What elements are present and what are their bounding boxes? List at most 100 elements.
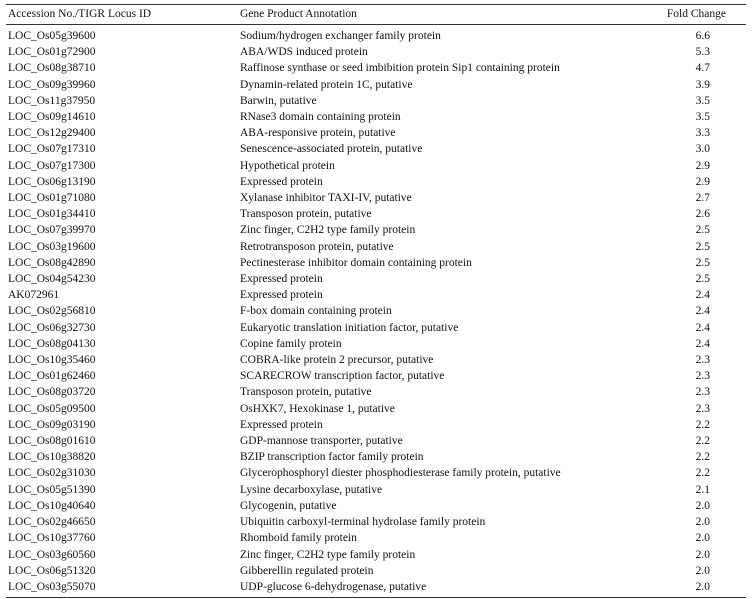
cell-annotation: RNase3 domain containing protein bbox=[240, 111, 401, 124]
cell-accession: LOC_Os06g51320 bbox=[8, 564, 96, 577]
table-row: LOC_Os09g03190 Expressed protein 2.2 bbox=[6, 417, 746, 433]
cell-accession: LOC_Os09g39960 bbox=[8, 78, 96, 91]
table-row: LOC_Os10g40640 Glycogenin, putative 2.0 bbox=[6, 498, 746, 514]
header-row: Accession No./TIGR Locus ID Gene Product… bbox=[6, 4, 746, 25]
table-header: Accession No./TIGR Locus ID Gene Product… bbox=[6, 4, 746, 25]
cell-fold-change: 4.7 bbox=[695, 62, 710, 75]
cell-fold-change: 2.0 bbox=[695, 564, 710, 577]
table-row: LOC_Os01g71080 Xylanase inhibitor TAXI-IV… bbox=[6, 190, 746, 206]
cell-fold-change: 2.6 bbox=[695, 208, 710, 221]
cell-annotation: Eukaryotic translation initiation factor… bbox=[240, 321, 459, 334]
cell-accession: LOC_Os08g38710 bbox=[8, 62, 96, 75]
header-fold-change: Fold Change bbox=[660, 4, 746, 25]
table-row: LOC_Os08g01610 GDP-mannose transporter, p… bbox=[6, 433, 746, 449]
cell-annotation: ABA/WDS induced protein bbox=[240, 46, 368, 59]
cell-fold-change: 3.5 bbox=[695, 94, 710, 107]
cell-accession: LOC_Os01g72900 bbox=[8, 46, 96, 59]
table-row: LOC_Os09g14610 RNase3 domain containing p… bbox=[6, 109, 746, 125]
cell-accession: LOC_Os07g17300 bbox=[8, 159, 96, 172]
cell-accession: LOC_Os05g51390 bbox=[8, 483, 96, 496]
table-row: LOC_Os05g39600 Sodium/hydrogen exchanger … bbox=[6, 25, 746, 45]
cell-accession: LOC_Os10g40640 bbox=[8, 499, 96, 512]
table-row: LOC_Os03g60560 Zinc finger, C2H2 type fam… bbox=[6, 547, 746, 563]
cell-fold-change: 2.2 bbox=[695, 451, 710, 464]
cell-accession: LOC_Os09g14610 bbox=[8, 111, 96, 124]
cell-accession: LOC_Os04g54230 bbox=[8, 273, 96, 286]
cell-accession: LOC_Os01g34410 bbox=[8, 208, 96, 221]
cell-annotation: Transposon protein, putative bbox=[240, 386, 372, 399]
cell-annotation: COBRA-like protein 2 precursor, putative bbox=[240, 354, 434, 367]
cell-annotation: F-box domain containing protein bbox=[240, 305, 392, 318]
cell-fold-change: 2.5 bbox=[695, 240, 710, 253]
cell-fold-change: 2.1 bbox=[695, 483, 710, 496]
table-row: LOC_Os12g29400 ABA-responsive protein, pu… bbox=[6, 125, 746, 141]
cell-annotation: Xylanase inhibitor TAXI-IV, putative bbox=[240, 192, 412, 205]
cell-accession: LOC_Os07g17310 bbox=[8, 143, 96, 156]
table-row: LOC_Os10g37760 Rhomboid family protein 2.0 bbox=[6, 530, 746, 546]
table-row: LOC_Os07g17310 Senescence-associated prot… bbox=[6, 141, 746, 157]
cell-fold-change: 2.0 bbox=[695, 532, 710, 545]
cell-fold-change: 2.2 bbox=[695, 435, 710, 448]
cell-fold-change: 2.0 bbox=[695, 516, 710, 529]
cell-accession: LOC_Os06g13190 bbox=[8, 175, 96, 188]
table-row: LOC_Os03g19600 Retrotransposon protein, p… bbox=[6, 239, 746, 255]
table-row: LOC_Os01g62460 SCARECROW transcription fa… bbox=[6, 368, 746, 384]
cell-annotation: ABA-responsive protein, putative bbox=[240, 127, 396, 140]
cell-annotation: Glycerophosphoryl diester phosphodiester… bbox=[240, 467, 561, 480]
table-row: LOC_Os02g31030 Glycerophosphoryl diester … bbox=[6, 465, 746, 481]
table-row: LOC_Os08g03720 Transposon protein, putati… bbox=[6, 384, 746, 400]
cell-fold-change: 2.0 bbox=[660, 578, 746, 599]
cell-accession: LOC_Os01g71080 bbox=[8, 192, 96, 205]
table-row: LOC_Os03g55070 UDP-glucose 6-dehydrogenas… bbox=[6, 578, 746, 599]
cell-accession: LOC_Os02g31030 bbox=[8, 467, 96, 480]
cell-annotation: Retrotransposon protein, putative bbox=[240, 240, 394, 253]
cell-fold-change: 2.0 bbox=[695, 499, 710, 512]
cell-annotation: Expressed protein bbox=[240, 175, 323, 188]
cell-annotation: Hypothetical protein bbox=[240, 159, 335, 172]
table-row: LOC_Os07g39970 Zinc finger, C2H2 type fam… bbox=[6, 222, 746, 238]
cell-fold-change: 2.3 bbox=[695, 354, 710, 367]
cell-annotation: Senescence-associated protein, putative bbox=[240, 143, 423, 156]
cell-annotation: Ubiquitin carboxyl-terminal hydrolase fa… bbox=[240, 516, 486, 529]
cell-fold-change: 2.9 bbox=[695, 175, 710, 188]
table-row: LOC_Os06g13190 Expressed protein 2.9 bbox=[6, 174, 746, 190]
cell-accession: AK072961 bbox=[8, 289, 60, 302]
cell-accession: LOC_Os08g04130 bbox=[8, 337, 96, 350]
table-row: LOC_Os11g37950 Barwin, putative 3.5 bbox=[6, 93, 746, 109]
table-body: LOC_Os05g39600 Sodium/hydrogen exchanger … bbox=[6, 25, 746, 599]
gene-table: Accession No./TIGR Locus ID Gene Product… bbox=[6, 4, 746, 599]
cell-annotation: Transposon protein, putative bbox=[240, 208, 372, 221]
cell-accession: LOC_Os08g42890 bbox=[8, 256, 96, 269]
cell-annotation: Glycogenin, putative bbox=[240, 499, 337, 512]
cell-annotation: Sodium/hydrogen exchanger family protein bbox=[240, 30, 441, 42]
cell-annotation: Lysine decarboxylase, putative bbox=[240, 483, 383, 496]
cell-fold-change: 2.5 bbox=[695, 256, 710, 269]
cell-annotation: UDP-glucose 6-dehydrogenase, putative bbox=[240, 578, 660, 599]
cell-accession: LOC_Os03g60560 bbox=[8, 548, 96, 561]
cell-fold-change: 3.9 bbox=[695, 78, 710, 91]
cell-annotation: Expressed protein bbox=[240, 418, 323, 431]
table-row: LOC_Os09g39960 Dynamin-related protein 1C… bbox=[6, 77, 746, 93]
cell-fold-change: 3.0 bbox=[695, 143, 710, 156]
header-annotation: Gene Product Annotation bbox=[240, 4, 660, 25]
cell-annotation: Zinc finger, C2H2 type family protein bbox=[240, 224, 416, 237]
cell-fold-change: 2.5 bbox=[695, 224, 710, 237]
table-row: LOC_Os07g17300 Hypothetical protein 2.9 bbox=[6, 158, 746, 174]
cell-fold-change: 2.2 bbox=[695, 418, 710, 431]
cell-annotation: Expressed protein bbox=[240, 289, 323, 302]
cell-accession: LOC_Os10g38820 bbox=[8, 451, 96, 464]
cell-fold-change: 2.4 bbox=[695, 305, 710, 318]
cell-annotation: GDP-mannose transporter, putative bbox=[240, 435, 403, 448]
table-row: LOC_Os08g38710 Raffinose synthase or seed… bbox=[6, 60, 746, 76]
table-row: LOC_Os08g04130 Copine family protein 2.4 bbox=[6, 336, 746, 352]
cell-fold-change: 5.3 bbox=[695, 46, 710, 59]
cell-accession: LOC_Os08g03720 bbox=[8, 386, 96, 399]
cell-accession: LOC_Os11g37950 bbox=[8, 94, 96, 107]
cell-accession: LOC_Os03g55070 bbox=[6, 578, 240, 599]
cell-fold-change: 2.4 bbox=[695, 337, 710, 350]
cell-accession: LOC_Os08g01610 bbox=[8, 435, 96, 448]
cell-accession: LOC_Os09g03190 bbox=[8, 418, 96, 431]
table-row: LOC_Os01g34410 Transposon protein, putati… bbox=[6, 206, 746, 222]
cell-accession: LOC_Os02g56810 bbox=[8, 305, 96, 318]
cell-annotation: Expressed protein bbox=[240, 273, 323, 286]
